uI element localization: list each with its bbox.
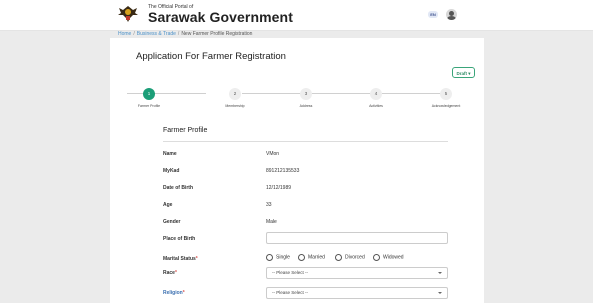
step-2-label: Membership [225, 104, 245, 108]
marital-status-label-text: Marital Status [163, 256, 196, 262]
marital-radio-divorced[interactable]: Divorced [335, 254, 365, 261]
dob-label: Date of Birth [163, 185, 193, 191]
required-marker: * [182, 290, 185, 296]
dob-value: 12/12/1989 [266, 185, 292, 191]
radio-circle-icon [298, 254, 305, 261]
race-select-value: -- Please Select -- [272, 270, 309, 275]
step-connector [242, 93, 300, 94]
step-2-circle[interactable]: 2 [229, 88, 241, 100]
radio-circle-icon [335, 254, 342, 261]
marital-radio-widowed[interactable]: Widowed [373, 254, 404, 261]
race-label: Race* [163, 270, 177, 276]
religion-select[interactable]: -- Please Select -- [266, 287, 448, 299]
step-connector [312, 93, 370, 94]
section-divider [163, 141, 448, 142]
gender-value: Male [266, 219, 277, 225]
marital-radio-single[interactable]: Single [266, 254, 290, 261]
race-select[interactable]: -- Please Select -- [266, 267, 448, 279]
step-4-label: Activities [369, 104, 383, 108]
chevron-down-icon [438, 272, 442, 274]
step-1-label: Farmer Profile [137, 104, 161, 108]
gender-label: Gender [163, 219, 181, 225]
step-1-circle[interactable]: 1 [143, 88, 155, 100]
religion-select-value: -- Please Select -- [272, 290, 309, 295]
step-5-circle[interactable]: 5 [440, 88, 452, 100]
religion-label: Religion* [163, 290, 185, 296]
race-label-text: Race [163, 270, 175, 276]
marital-option-label: Widowed [383, 254, 404, 261]
marital-option-label: Married [308, 254, 325, 261]
marital-option-label: Divorced [345, 254, 365, 261]
place-of-birth-input[interactable] [266, 232, 448, 244]
marital-option-label: Single [276, 254, 290, 261]
step-4-circle[interactable]: 4 [370, 88, 382, 100]
marital-status-label: Marital Status* [163, 256, 198, 262]
required-marker: * [195, 256, 198, 262]
age-label: Age [163, 202, 173, 208]
required-marker: * [174, 270, 177, 276]
radio-circle-icon [373, 254, 380, 261]
step-connector [382, 93, 440, 94]
section-title: Farmer Profile [163, 127, 208, 134]
age-value: 33 [266, 202, 272, 208]
marital-radio-married[interactable]: Married [298, 254, 325, 261]
mykad-value: 891212135533 [266, 168, 300, 174]
name-value: VMon [266, 151, 280, 157]
step-connector [127, 93, 206, 94]
chevron-down-icon [438, 292, 442, 294]
registration-stepper: 1 2 3 4 5 Farmer Profile Membership Addr… [0, 0, 593, 120]
step-3-circle[interactable]: 3 [300, 88, 312, 100]
mykad-label: MyKad [163, 168, 180, 174]
step-5-label: Acknowledgement [431, 104, 461, 108]
step-3-label: Address [299, 104, 313, 108]
place-of-birth-label: Place of Birth [163, 236, 196, 242]
radio-circle-icon [266, 254, 273, 261]
religion-label-text: Religion [163, 290, 183, 296]
name-label: Name [163, 151, 177, 157]
